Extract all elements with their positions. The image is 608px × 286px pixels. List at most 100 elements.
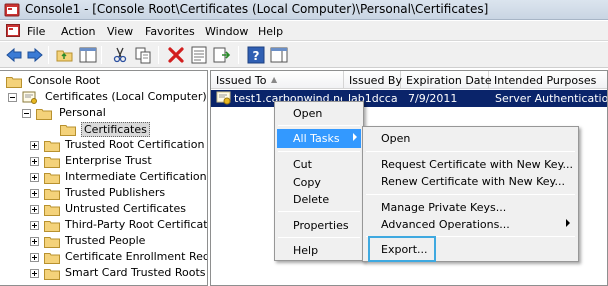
tree-item-personal[interactable]: Personal	[22, 105, 207, 121]
tree-item-personal-certificates[interactable]: Certificates	[60, 121, 207, 137]
menu-favorites[interactable]: Favorites	[145, 25, 195, 38]
folder-icon	[44, 173, 60, 184]
forward-arrow-icon[interactable]	[25, 45, 45, 65]
folder-icon	[44, 269, 60, 280]
column-header-label: Issued To	[216, 74, 267, 87]
toolbar-separator	[101, 46, 102, 64]
column-header-issued-by[interactable]: Issued By	[344, 71, 402, 89]
expand-toggle[interactable]	[30, 253, 39, 262]
window-title: Console1 - [Console Root\Certificates (L…	[25, 2, 489, 16]
tree-item-untrusted[interactable]: Untrusted Certificates	[30, 201, 207, 217]
toolbar-separator	[48, 46, 49, 64]
folder-icon	[44, 205, 60, 216]
tree-item-intermediate[interactable]: Intermediate Certification Au	[30, 169, 207, 185]
menu-window[interactable]: Window	[205, 25, 248, 38]
menu-separator	[278, 125, 360, 126]
menu-item-label: All Tasks	[293, 132, 340, 145]
column-header-intended-purposes[interactable]: Intended Purposes	[489, 71, 607, 89]
folder-icon	[44, 157, 60, 168]
tree-label: Certificate Enrollment Reques	[65, 250, 208, 263]
console-system-menu-icon[interactable]	[6, 24, 20, 37]
submenu-renew-certificate-new-key[interactable]: Renew Certificate with New Key...	[365, 172, 576, 191]
menu-item-label: Delete	[293, 193, 330, 206]
context-menu-cut[interactable]: Cut	[277, 155, 361, 174]
mmc-console-icon	[4, 3, 20, 17]
submenu-arrow-icon	[353, 133, 357, 141]
cell-expiration-date: 7/9/2011	[408, 92, 458, 105]
tree-label: Enterprise Trust	[65, 154, 152, 167]
folder-icon	[6, 77, 22, 88]
tree-item-third-party-root[interactable]: Third-Party Root Certification	[30, 217, 207, 233]
title-bar[interactable]: Console1 - [Console Root\Certificates (L…	[0, 0, 608, 20]
tree-label: Smart Card Trusted Roots	[65, 266, 206, 279]
tree-item-trusted-publishers[interactable]: Trusted Publishers	[30, 185, 207, 201]
tree-label: Certificates	[81, 122, 150, 137]
console-tree[interactable]: Console Root Certificates (Local Compute…	[0, 70, 208, 286]
show-hide-tree-icon[interactable]	[78, 45, 98, 65]
expand-toggle[interactable]	[30, 157, 39, 166]
context-menu-all-tasks[interactable]: All Tasks	[277, 129, 361, 148]
svg-text:?: ?	[253, 49, 260, 63]
expand-toggle[interactable]	[30, 221, 39, 230]
tree-label: Intermediate Certification Au	[65, 170, 207, 183]
folder-icon	[44, 189, 60, 200]
menu-file[interactable]: File	[27, 25, 45, 38]
folder-icon	[44, 237, 60, 248]
toolbar-separator	[158, 46, 159, 64]
menu-separator	[278, 211, 360, 212]
show-hide-action-pane-icon[interactable]	[269, 45, 289, 65]
context-menu-help[interactable]: Help	[277, 241, 361, 260]
menu-item-label: Copy	[293, 176, 321, 189]
expand-toggle[interactable]	[30, 237, 39, 246]
context-menu-properties[interactable]: Properties	[277, 216, 361, 235]
cut-icon[interactable]	[110, 45, 130, 65]
menu-help[interactable]: Help	[258, 25, 283, 38]
expand-toggle[interactable]	[30, 173, 39, 182]
list-header: Issued To ▲ Issued By Expiration Date In…	[211, 71, 607, 89]
folder-open-icon	[36, 109, 52, 120]
context-menu-delete[interactable]: Delete	[277, 190, 361, 209]
tree-label: Trusted Publishers	[65, 186, 166, 199]
submenu-open[interactable]: Open	[365, 129, 576, 148]
collapse-toggle[interactable]	[8, 93, 17, 102]
tree-item-enterprise-trust[interactable]: Enterprise Trust	[30, 153, 207, 169]
properties-icon[interactable]	[189, 45, 209, 65]
menu-view[interactable]: View	[107, 25, 133, 38]
export-highlight-box	[368, 236, 436, 262]
menu-separator	[366, 151, 575, 152]
back-arrow-icon[interactable]	[4, 45, 24, 65]
collapse-toggle[interactable]	[22, 109, 31, 118]
tree-label: Trusted Root Certification Au	[65, 138, 208, 151]
menu-action[interactable]: Action	[61, 25, 95, 38]
delete-icon[interactable]	[166, 45, 186, 65]
expand-toggle[interactable]	[30, 269, 39, 278]
tree-item-enrollment-requests[interactable]: Certificate Enrollment Reques	[30, 249, 208, 265]
toolbar-separator	[238, 46, 239, 64]
submenu-advanced-operations[interactable]: Advanced Operations...	[365, 215, 576, 234]
export-list-icon[interactable]	[212, 45, 232, 65]
menu-bar: File Action View Favorites Window Help	[0, 21, 608, 41]
column-header-issued-to[interactable]: Issued To ▲	[211, 71, 344, 89]
expand-toggle[interactable]	[30, 189, 39, 198]
expand-toggle[interactable]	[30, 141, 39, 150]
context-menu-open[interactable]: Open	[277, 104, 361, 123]
tree-item-smart-card-roots[interactable]: Smart Card Trusted Roots	[30, 265, 207, 281]
help-icon[interactable]: ?	[246, 45, 266, 65]
menu-separator	[278, 151, 360, 152]
tree-item-trusted-root[interactable]: Trusted Root Certification Au	[30, 137, 208, 153]
tree-item-certificates-local-computer[interactable]: Certificates (Local Computer)	[8, 89, 207, 105]
table-row[interactable]: test1.carbonwind.net lab1dcca 7/9/2011 S…	[211, 90, 607, 107]
tree-label: Certificates (Local Computer)	[45, 90, 207, 103]
tree-item-console-root[interactable]: Console Root	[6, 73, 206, 89]
column-header-expiration-date[interactable]: Expiration Date	[401, 71, 492, 89]
folder-icon	[60, 125, 76, 136]
up-folder-icon[interactable]	[55, 45, 75, 65]
menu-item-label: Request Certificate with New Key...	[381, 158, 574, 171]
context-menu: Open All Tasks Cut Copy Delete Propertie…	[274, 101, 364, 261]
toolbar: ?	[0, 42, 608, 68]
tree-item-trusted-people[interactable]: Trusted People	[30, 233, 207, 249]
column-header-label: Issued By	[349, 74, 402, 87]
copy-icon[interactable]	[133, 45, 153, 65]
menu-item-label: Cut	[293, 158, 312, 171]
expand-toggle[interactable]	[30, 205, 39, 214]
